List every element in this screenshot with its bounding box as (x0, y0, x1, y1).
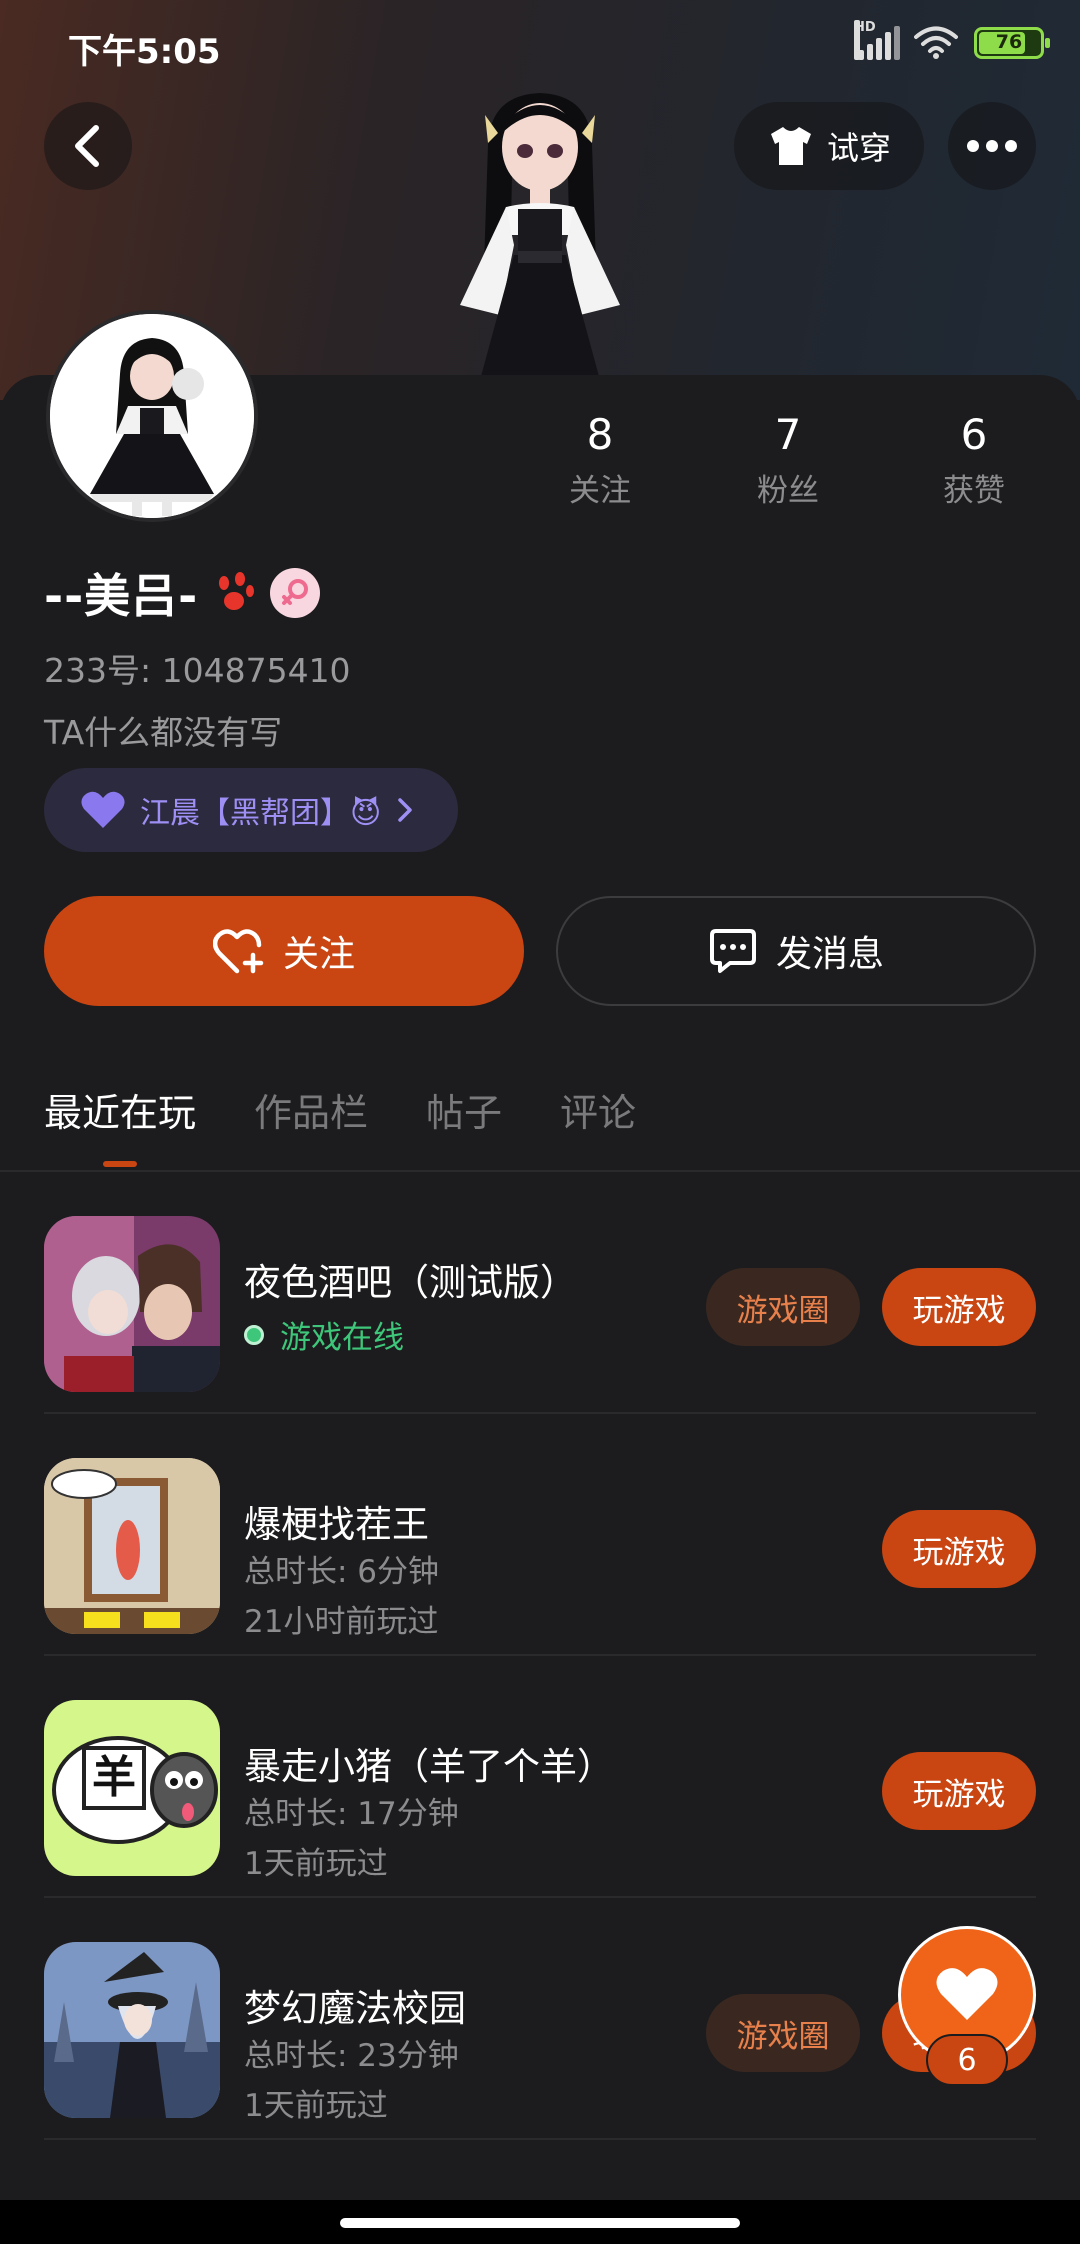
sheep-icon-character: 羊 (92, 1752, 136, 1803)
list-item[interactable]: 夜色酒吧（测试版） 游戏在线 游戏圈 玩游戏 (44, 1172, 1036, 1414)
stat-label: 粉丝 (757, 473, 819, 509)
game-last-played: 1天前玩过 (244, 1846, 388, 1882)
list-item[interactable]: 爆梗找茬王 总时长: 6分钟 21小时前玩过 玩游戏 (44, 1414, 1036, 1656)
game-community-button[interactable]: 游戏圈 (706, 1268, 860, 1346)
game-last-played: 21小时前玩过 (244, 1604, 439, 1640)
list-item[interactable]: 羊 暴走小猪（羊了个羊） 总时长: 17分钟 1天前玩过 玩游戏 (44, 1656, 1036, 1898)
heart-icon (81, 791, 125, 828)
shirt-icon (770, 127, 811, 165)
status-bar: 下午5:05 HD 76 (0, 0, 1080, 92)
chevron-right-icon (398, 798, 413, 822)
list-item[interactable]: 梦幻魔法校园 总时长: 23分钟 1天前玩过 游戏圈 玩游戏 (44, 1898, 1036, 2140)
paw-icon (219, 572, 255, 610)
avatar-3d-figure (460, 93, 620, 380)
profile-avatar[interactable] (46, 310, 258, 522)
signal-icon: HD (854, 20, 900, 60)
online-status: 游戏在线 (244, 1312, 404, 1357)
cp-label: 江晨【黑帮团】😈 (140, 796, 382, 831)
online-status-label: 游戏在线 (280, 1320, 404, 1356)
home-indicator[interactable] (340, 2218, 740, 2228)
status-time: 下午5:05 (68, 32, 221, 72)
online-dot-icon (244, 1324, 264, 1345)
game-duration: 总时长: 6分钟 (244, 1554, 440, 1590)
tab-works[interactable]: 作品栏 (254, 1082, 368, 1167)
battery-level: 76 (995, 31, 1023, 53)
stat-followers[interactable]: 7 粉丝 (718, 410, 858, 510)
stat-value: 8 (586, 410, 614, 459)
stat-following[interactable]: 8 关注 (530, 410, 670, 510)
chevron-left-icon (75, 125, 99, 167)
stat-likes[interactable]: 6 获赞 (904, 410, 1044, 510)
play-game-button[interactable]: 玩游戏 (882, 1752, 1036, 1830)
game-icon-spot-difference (44, 1458, 220, 1634)
game-icon-sheep: 羊 (44, 1700, 220, 1876)
female-gender-icon (270, 568, 321, 618)
game-name: 梦幻魔法校园 (244, 1987, 466, 2030)
wifi-icon (914, 26, 958, 59)
game-icon-magic-school (44, 1942, 220, 2118)
game-name: 爆梗找茬王 (244, 1503, 429, 1546)
profile-name: --美吕- (44, 569, 199, 623)
cp-relationship-pill[interactable]: 江晨【黑帮团】😈 (44, 768, 458, 852)
send-message-button[interactable]: 发消息 (556, 896, 1036, 1006)
heart-plus-icon (212, 929, 264, 974)
game-community-button[interactable]: 游戏圈 (706, 1994, 860, 2072)
user-id: 233号: 104875410 (44, 651, 351, 690)
game-name: 暴走小猪（羊了个羊） (244, 1745, 614, 1788)
like-count-badge: 6 (926, 2034, 1008, 2086)
avatar-illustration (50, 314, 254, 518)
try-on-button[interactable]: 试穿 (734, 102, 924, 190)
more-icon (967, 140, 1017, 152)
follow-button[interactable]: 关注 (44, 896, 524, 1006)
user-bio: TA什么都没有写 (44, 713, 283, 752)
game-duration: 总时长: 17分钟 (244, 1796, 459, 1832)
name-row: --美吕- (44, 560, 321, 626)
battery-icon: 76 (974, 27, 1050, 59)
stat-value: 7 (774, 410, 802, 459)
stat-label: 获赞 (943, 473, 1005, 509)
follow-label: 关注 (282, 934, 355, 975)
try-on-label: 试穿 (826, 129, 891, 167)
play-game-button[interactable]: 玩游戏 (882, 1268, 1036, 1346)
game-name: 夜色酒吧（测试版） (244, 1261, 577, 1304)
game-icon-night-bar (44, 1216, 220, 1392)
stat-label: 关注 (569, 473, 631, 509)
message-label: 发消息 (775, 934, 884, 975)
status-icons: HD 76 (854, 20, 1050, 60)
more-button[interactable] (948, 102, 1036, 190)
stat-value: 6 (960, 410, 988, 459)
play-game-button[interactable]: 玩游戏 (882, 1510, 1036, 1588)
tab-comments[interactable]: 评论 (560, 1082, 636, 1167)
back-button[interactable] (44, 102, 132, 190)
chat-bubble-icon (709, 929, 756, 973)
tab-recently-played[interactable]: 最近在玩 (44, 1082, 196, 1167)
game-last-played: 1天前玩过 (244, 2088, 388, 2124)
tab-posts[interactable]: 帖子 (426, 1082, 502, 1167)
game-duration: 总时长: 23分钟 (244, 2038, 459, 2074)
heart-icon (936, 1968, 998, 2020)
profile-tabs: 最近在玩 作品栏 帖子 评论 (44, 1082, 636, 1167)
